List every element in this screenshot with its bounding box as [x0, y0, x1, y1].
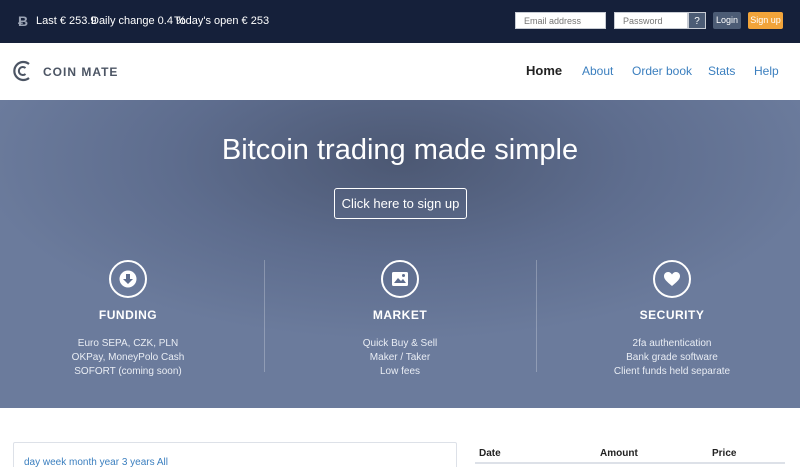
password-help-button[interactable]: ?	[688, 12, 706, 29]
brand-name[interactable]: COIN MATE	[43, 65, 118, 79]
feature-title: SECURITY	[639, 308, 705, 322]
heart-icon	[653, 260, 691, 298]
chart-period-links[interactable]: day week month year 3 years All	[24, 457, 168, 467]
login-button[interactable]: Login	[713, 12, 741, 29]
ticker-bar: Ƀ Last € 253.9 Daily change 0.4 % Today'…	[0, 0, 800, 43]
nav-about[interactable]: About	[582, 64, 613, 78]
feature-line: Bank grade software	[626, 352, 718, 363]
feature-line: Maker / Taker	[369, 352, 431, 363]
email-field[interactable]	[515, 12, 606, 29]
nav-order-book[interactable]: Order book	[632, 64, 692, 78]
bitcoin-icon: Ƀ	[18, 13, 29, 29]
feature-title: MARKET	[372, 308, 428, 322]
chart-image-icon	[381, 260, 419, 298]
feature-divider	[536, 260, 537, 372]
ticker-daily-change: Daily change 0.4 %	[91, 15, 186, 27]
feature-line: SOFORT (coming soon)	[74, 366, 182, 377]
feature-line: Quick Buy & Sell	[362, 338, 438, 349]
feature-market: MARKET Quick Buy & Sell Maker / Taker Lo…	[290, 260, 510, 379]
feature-line: Euro SEPA, CZK, PLN	[77, 338, 179, 349]
feature-line: 2fa authentication	[632, 338, 712, 349]
nav-home[interactable]: Home	[526, 63, 562, 78]
coinmate-logo-icon[interactable]	[12, 59, 34, 83]
main-navbar: COIN MATE Home About Order book Stats He…	[0, 43, 800, 100]
feature-divider	[264, 260, 265, 372]
feature-line: Client funds held separate	[613, 366, 731, 377]
password-field[interactable]	[614, 12, 688, 29]
nav-stats[interactable]: Stats	[708, 64, 735, 78]
nav-help[interactable]: Help	[754, 64, 779, 78]
feature-line: OKPay, MoneyPolo Cash	[71, 352, 185, 363]
feature-title: FUNDING	[98, 308, 158, 322]
price-chart-panel: day week month year 3 years All	[13, 442, 457, 467]
feature-line: Low fees	[379, 366, 421, 377]
trades-col-date: Date	[479, 448, 501, 459]
feature-funding: FUNDING Euro SEPA, CZK, PLN OKPay, Money…	[18, 260, 238, 379]
trades-header-divider	[475, 462, 785, 464]
signup-cta-button[interactable]: Click here to sign up	[334, 188, 467, 219]
trades-col-amount: Amount	[600, 448, 638, 459]
hero-title: Bitcoin trading made simple	[221, 134, 579, 166]
trades-col-price: Price	[712, 448, 737, 459]
download-arrow-icon	[109, 260, 147, 298]
hero-section: Bitcoin trading made simple Click here t…	[0, 100, 800, 408]
ticker-last: Last € 253.9	[36, 15, 97, 27]
signup-button[interactable]: Sign up	[748, 12, 783, 29]
feature-security: SECURITY 2fa authentication Bank grade s…	[562, 260, 782, 379]
ticker-todays-open: Today's open € 253	[174, 15, 270, 27]
